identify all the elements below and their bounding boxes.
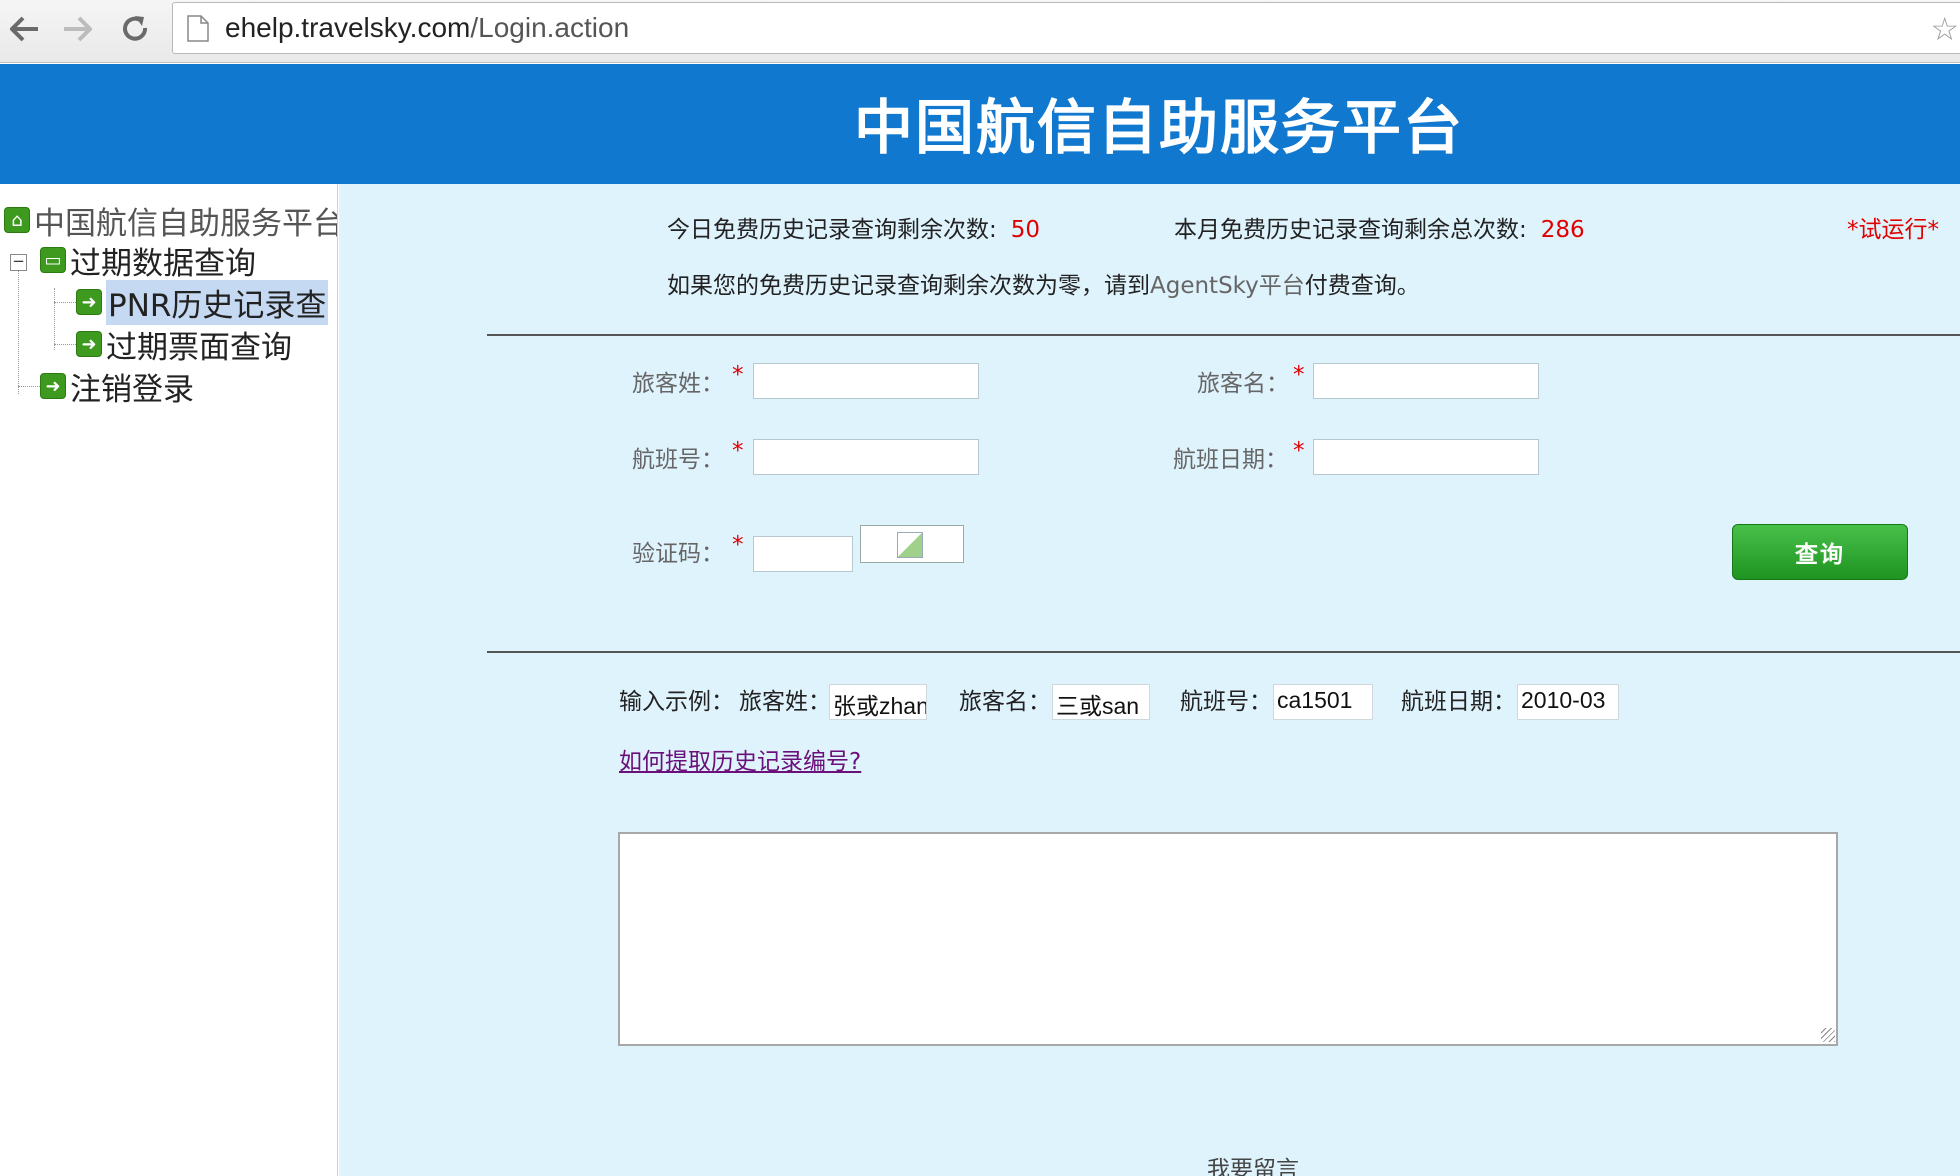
example-flight-value: ca1501 <box>1273 684 1373 720</box>
address-bar[interactable]: ehelp.travelsky.com/Login.action ☆ <box>172 2 1960 54</box>
arrow-right-icon: ➜ <box>40 373 66 399</box>
required-mark: * <box>732 438 744 464</box>
back-arrow-icon[interactable] <box>4 8 46 50</box>
resize-grip-icon[interactable] <box>1821 1028 1835 1042</box>
example-prefix: 输入示例： <box>619 689 734 715</box>
site-header: 中国航信自助服务平台 <box>0 64 1960 184</box>
flight-number-input[interactable] <box>753 439 979 475</box>
example-flight-label: 航班号： <box>1180 689 1272 715</box>
url-text: ehelp.travelsky.com/Login.action <box>225 12 630 43</box>
home-icon: ⌂ <box>4 207 30 233</box>
tree-folder-expired-data[interactable]: ▭ 过期数据查询 <box>40 240 256 282</box>
query-button[interactable]: 查询 <box>1732 524 1908 580</box>
today-quota: 今日免费历史记录查询剩余次数: 50 <box>667 217 1041 243</box>
leave-message-link[interactable]: 我要留言 <box>1207 1150 1299 1176</box>
sidebar-item-pnr-history[interactable]: ➜ PNR历史记录查 <box>76 279 329 325</box>
history-record-help-link[interactable]: 如何提取历史记录编号? <box>619 742 861 776</box>
month-quota-value: 286 <box>1540 217 1585 243</box>
page-icon <box>187 15 209 42</box>
page-title: 中国航信自助服务平台 <box>854 93 1465 162</box>
givenname-label: 旅客名： <box>1197 371 1289 397</box>
example-date-label: 航班日期： <box>1401 689 1516 715</box>
tree-root[interactable]: ⌂ 中国航信自助服务平台 <box>4 200 337 242</box>
example-givenname-value: 三或san <box>1052 684 1150 720</box>
divider <box>487 651 1960 653</box>
required-mark: * <box>732 362 744 388</box>
captcha-image[interactable] <box>860 525 964 563</box>
example-givenname-label: 旅客名： <box>959 689 1051 715</box>
month-quota: 本月免费历史记录查询剩余总次数: 286 <box>1174 217 1585 243</box>
sidebar-item-logout[interactable]: ➜ 注销登录 <box>40 366 194 408</box>
bookmark-star-icon[interactable]: ☆ <box>1930 13 1959 45</box>
flight-date-input[interactable] <box>1313 439 1539 475</box>
flight-date-label: 航班日期： <box>1173 447 1288 473</box>
required-mark: * <box>1293 362 1305 388</box>
surname-input[interactable] <box>753 363 979 399</box>
givenname-input[interactable] <box>1313 363 1539 399</box>
reload-icon[interactable] <box>114 8 156 50</box>
trial-badge: *试运行* <box>1847 217 1939 243</box>
result-textarea[interactable] <box>618 832 1838 1046</box>
today-quota-value: 50 <box>1010 217 1041 243</box>
quota-notice: 如果您的免费历史记录查询剩余次数为零，请到AgentSky平台付费查询。 <box>667 273 1420 299</box>
folder-icon: ▭ <box>40 247 66 273</box>
divider <box>487 334 1960 336</box>
flight-label: 航班号： <box>632 447 724 473</box>
required-mark: * <box>732 532 744 558</box>
sidebar-tree: ⌂ 中国航信自助服务平台 − ▭ 过期数据查询 ➜ PNR历史记录查 ➜ 过期票… <box>0 184 338 1176</box>
required-mark: * <box>1293 438 1305 464</box>
captcha-input[interactable] <box>753 536 853 572</box>
main-content: 今日免费历史记录查询剩余次数: 50 本月免费历史记录查询剩余总次数: 286 *试… <box>339 184 1960 1176</box>
collapse-toggle-icon[interactable]: − <box>10 254 27 271</box>
sidebar-item-expired-ticket[interactable]: ➜ 过期票面查询 <box>76 324 292 366</box>
arrow-right-icon: ➜ <box>76 289 102 315</box>
example-date-value: 2010-03 <box>1517 684 1619 720</box>
browser-toolbar: ehelp.travelsky.com/Login.action ☆ <box>0 0 1960 63</box>
broken-image-icon <box>897 532 923 558</box>
forward-arrow-icon[interactable] <box>56 8 98 50</box>
agentsky-text: AgentSky平台 <box>1150 273 1305 299</box>
captcha-label: 验证码： <box>632 541 724 567</box>
arrow-right-icon: ➜ <box>76 331 102 357</box>
example-surname-value: 张或zhang <box>829 684 927 720</box>
surname-label: 旅客姓： <box>632 371 724 397</box>
example-surname-label: 旅客姓： <box>739 689 831 715</box>
